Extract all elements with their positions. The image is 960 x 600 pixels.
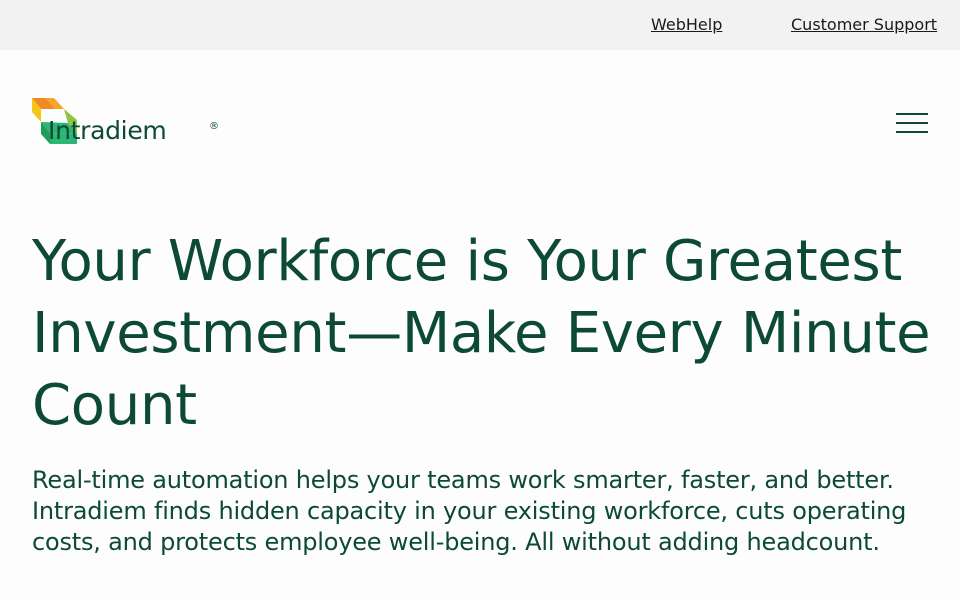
menu-line	[896, 122, 928, 124]
customer-support-link[interactable]: Customer Support	[791, 15, 937, 34]
hero-subtext: Real-time automation helps your teams wo…	[32, 466, 907, 556]
menu-line	[896, 113, 928, 115]
hero-headline: Your Workforce is Your Greatest Investme…	[32, 229, 931, 438]
hamburger-menu-icon[interactable]	[894, 110, 930, 136]
webhelp-link[interactable]: WebHelp	[651, 15, 722, 34]
logo-wordmark: Intradiem	[48, 116, 167, 145]
menu-line	[896, 131, 928, 133]
registered-mark: ®	[209, 121, 219, 132]
top-utility-bar: WebHelp Customer Support	[0, 0, 960, 50]
